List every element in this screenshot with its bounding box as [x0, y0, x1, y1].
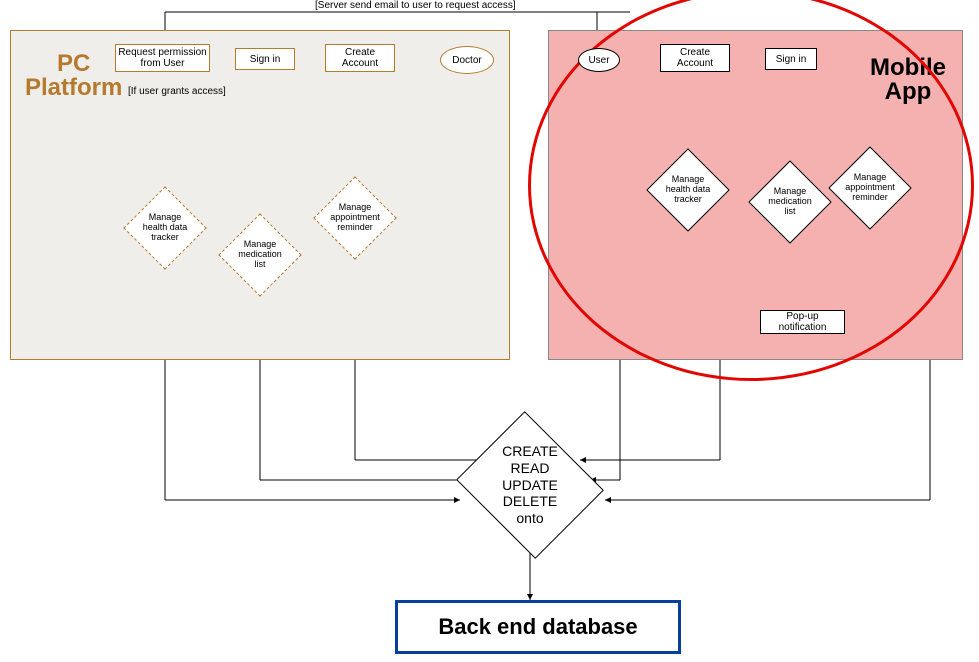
crud-label: CREATE READ UPDATE DELETE onto — [445, 420, 615, 550]
pc-request-permission-label: Request permission from User — [118, 47, 206, 69]
pc-request-permission-box: Request permission from User — [115, 44, 210, 72]
mobile-sign-in-box: Sign in — [765, 48, 817, 70]
pc-health-tracker-label: Manage health data tracker — [125, 188, 205, 268]
mobile-appointment-reminder-label: Manage appointment reminder — [830, 148, 910, 228]
pc-appointment-reminder-diamond: Manage appointment reminder — [315, 178, 395, 258]
pc-appointment-reminder-label: Manage appointment reminder — [315, 178, 395, 258]
crud-diamond: CREATE READ UPDATE DELETE onto — [445, 420, 615, 550]
pc-sign-in-box: Sign in — [235, 48, 295, 70]
doctor-actor: Doctor — [440, 46, 494, 74]
pc-platform-title: PC Platform — [25, 52, 122, 100]
mobile-appointment-reminder-diamond: Manage appointment reminder — [830, 148, 910, 228]
popup-notification-box: Pop-up notification — [760, 310, 845, 334]
mobile-create-account-box: Create Account — [660, 44, 730, 72]
mobile-sign-in-label: Sign in — [776, 54, 807, 65]
backend-database-box: Back end database — [395, 600, 681, 654]
guard-user-grants: [If user grants access] — [128, 86, 226, 97]
guard-server-email: [Server send email to user to request ac… — [315, 0, 516, 11]
pc-medication-list-diamond: Manage medication list — [220, 215, 300, 295]
mobile-create-account-label: Create Account — [677, 47, 713, 69]
user-actor: User — [578, 48, 620, 72]
mobile-medication-list-diamond: Manage medication list — [750, 162, 830, 242]
mobile-medication-list-label: Manage medication list — [750, 162, 830, 242]
doctor-label: Doctor — [452, 55, 481, 66]
mobile-health-tracker-label: Manage health data tracker — [648, 150, 728, 230]
pc-create-account-box: Create Account — [325, 44, 395, 72]
user-label: User — [588, 55, 609, 66]
pc-medication-list-label: Manage medication list — [220, 215, 300, 295]
pc-health-tracker-diamond: Manage health data tracker — [125, 188, 205, 268]
pc-create-account-label: Create Account — [342, 47, 378, 69]
mobile-app-title: Mobile App — [870, 56, 946, 104]
mobile-health-tracker-diamond: Manage health data tracker — [648, 150, 728, 230]
popup-notification-label: Pop-up notification — [763, 311, 842, 333]
backend-database-label: Back end database — [438, 614, 637, 640]
pc-sign-in-label: Sign in — [250, 54, 281, 65]
